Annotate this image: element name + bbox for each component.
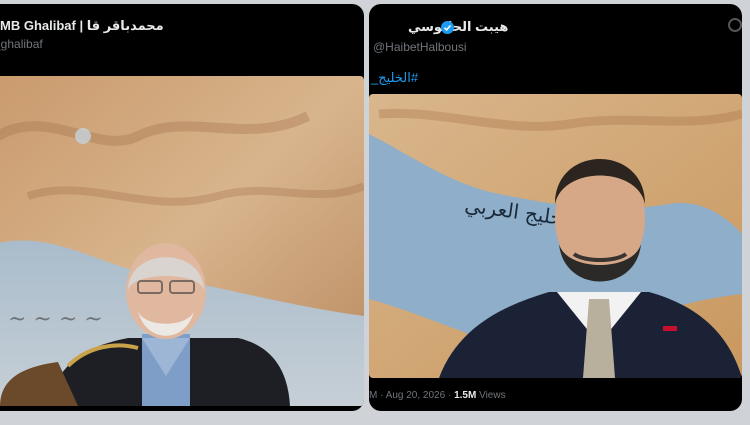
verified-badge-icon [441,21,454,34]
views-count: 1.5M [454,390,477,401]
post-card-halbousi[interactable]: هيبت الحلبوسي @HaibetHalbousi #الخليج_ ا… [369,4,742,411]
post-image-ghalibaf[interactable]: ~ ~ ~ ~ [0,76,364,406]
author-handle[interactable]: @HaibetHalbousi [373,40,467,54]
post-image-halbousi[interactable]: الخليج العربي [369,94,742,378]
more-options-icon[interactable] [728,18,742,32]
author-display-name[interactable]: MB Ghalibaf | محمدباقر قا [0,18,164,34]
map-portrait-image: ~ ~ ~ ~ [0,76,364,406]
post-timestamp[interactable]: M · Aug 20, 2026 [369,390,445,401]
svg-text:~ ~ ~ ~: ~ ~ ~ ~ [8,307,103,332]
post-hashtag-link[interactable]: #الخليج_ [371,70,418,86]
post-card-ghalibaf[interactable]: MB Ghalibaf | محمدباقر قا _ghalibaf ~ ~ … [0,4,364,411]
author-handle[interactable]: _ghalibaf [0,37,43,51]
post-meta: M · Aug 20, 2026 · 1.5M Views [369,390,506,401]
map-portrait-image: الخليج العربي [369,94,742,378]
views-label: Views [479,390,506,401]
author-display-name[interactable]: هيبت الحلبوسي [408,19,508,35]
